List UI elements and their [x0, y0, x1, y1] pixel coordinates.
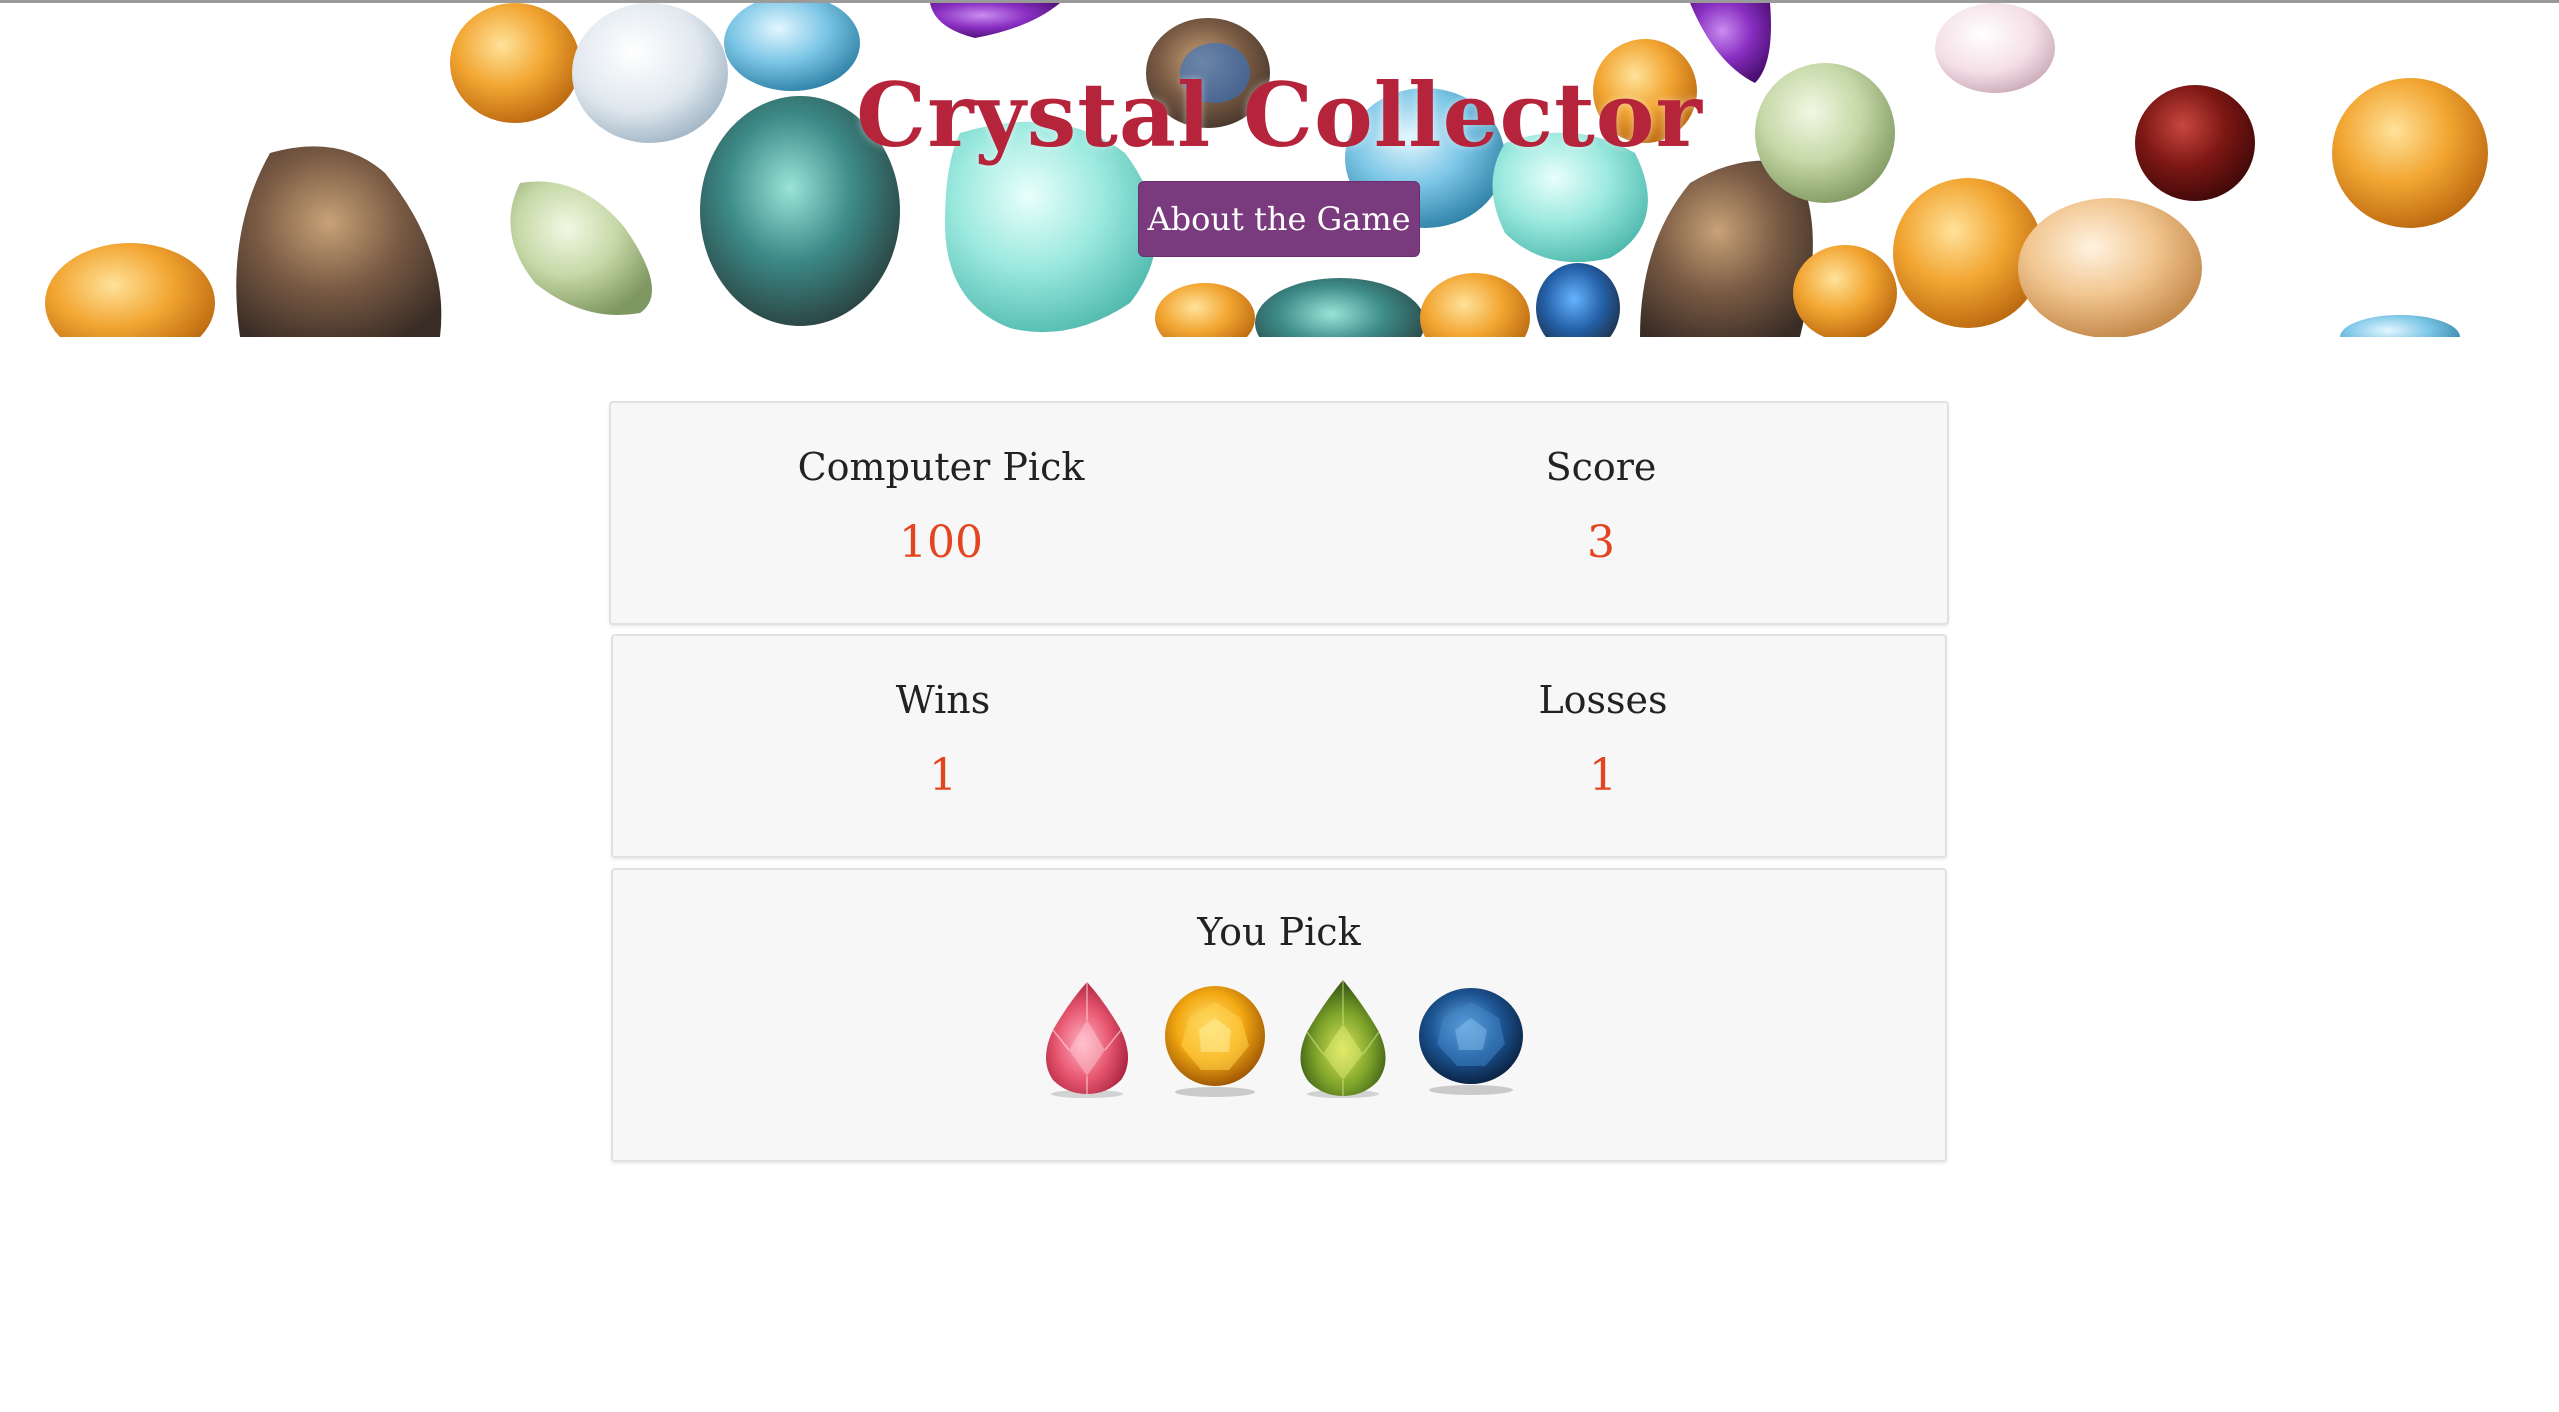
target-score-panel: Computer Pick 100 Score 3: [609, 401, 1949, 625]
computer-pick-label: Computer Pick: [797, 445, 1085, 489]
blue-oval-gem-icon[interactable]: [1419, 980, 1523, 1100]
site-title: Crystal Collector: [856, 63, 1703, 167]
header-banner: Crystal Collector About the Game: [0, 3, 2559, 337]
computer-pick-value: 100: [899, 517, 983, 568]
score-label: Score: [1545, 445, 1657, 489]
crystal-picker-panel: You Pick: [611, 868, 1947, 1162]
losses-value: 1: [1589, 750, 1617, 801]
gemstones-background-image: [45, 3, 2488, 337]
crystal-buttons: [613, 980, 1945, 1100]
wins-value: 1: [929, 750, 957, 801]
you-pick-title: You Pick: [1197, 910, 1361, 954]
losses-label: Losses: [1538, 678, 1668, 722]
pink-pear-gem-icon[interactable]: [1035, 980, 1139, 1100]
about-game-button[interactable]: About the Game: [1138, 181, 1420, 257]
score-value: 3: [1587, 517, 1615, 568]
yellow-round-gem-icon[interactable]: [1163, 980, 1267, 1100]
green-pear-gem-icon[interactable]: [1291, 980, 1395, 1100]
record-panel: Wins 1 Losses 1: [611, 634, 1947, 858]
wins-label: Wins: [895, 678, 991, 722]
